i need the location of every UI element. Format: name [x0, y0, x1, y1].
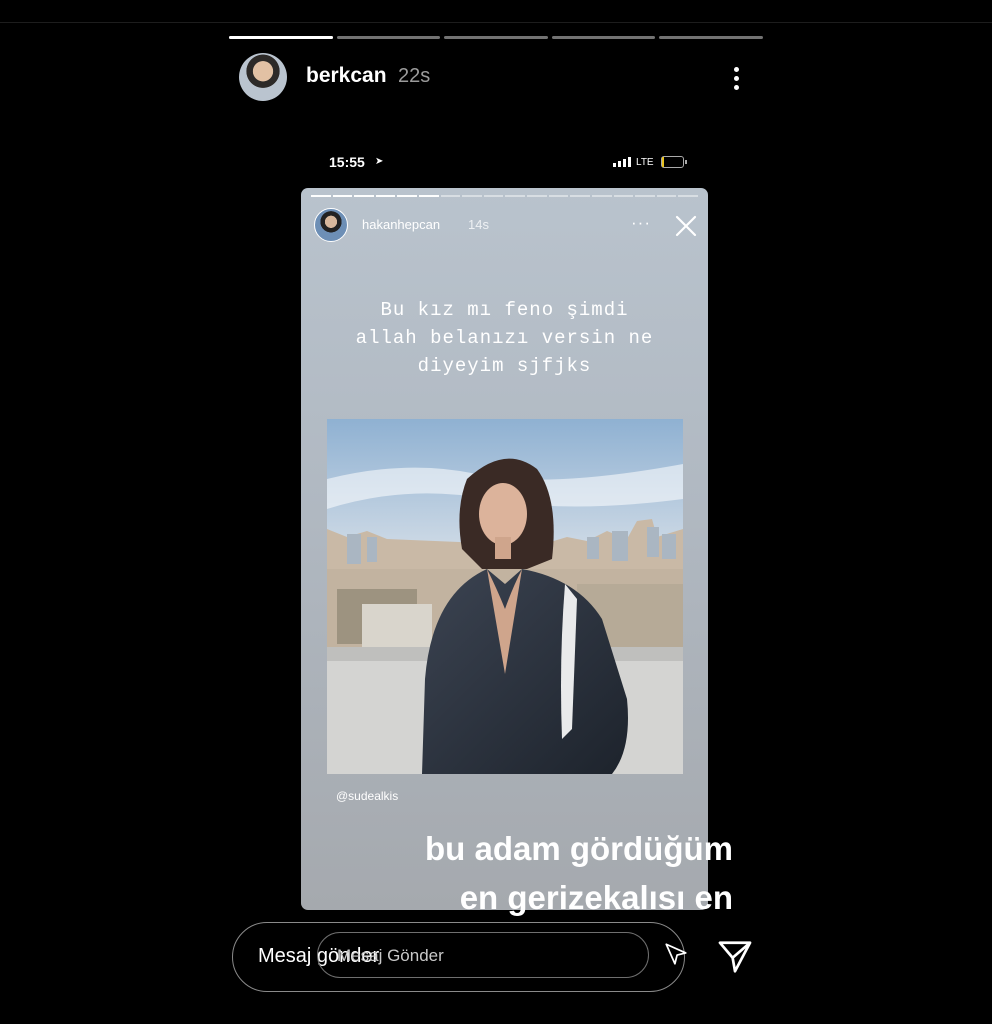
network-label: LTE — [636, 157, 654, 168]
progress-segment — [483, 195, 504, 197]
more-vertical-icon[interactable] — [724, 60, 748, 96]
location-arrow-icon: ➤ — [375, 156, 384, 167]
progress-segment — [548, 195, 569, 197]
send-icon — [665, 943, 687, 965]
signal-icon — [613, 156, 631, 167]
overlay-line: bu adam gördüğüm — [425, 830, 733, 867]
mention-tag: @sudealkis — [336, 789, 399, 803]
more-horizontal-icon: ··· — [631, 213, 651, 232]
shared-story-username: hakanhepcan — [362, 217, 441, 232]
send-icon[interactable] — [716, 938, 754, 976]
progress-segment — [354, 195, 374, 197]
story-timestamp: 22s — [398, 65, 431, 87]
user-avatar[interactable] — [239, 53, 287, 101]
progress-segment — [591, 195, 612, 197]
progress-segment — [551, 36, 656, 39]
story-username[interactable]: berkcan — [306, 64, 387, 88]
inner-message-placeholder: Mesaj Gönder — [337, 946, 444, 965]
story-progress-bar — [229, 36, 763, 39]
progress-segment — [229, 36, 333, 39]
progress-segment — [635, 195, 655, 197]
shared-story-card[interactable]: hakanhepcan 14s ··· Bu kız mı feno şimdi… — [301, 188, 708, 910]
top-divider — [0, 22, 992, 23]
progress-segment — [444, 36, 548, 39]
story-overlay-text: bu adam gördüğüm en gerizekalısı en — [425, 824, 733, 922]
progress-segment — [659, 36, 763, 39]
caption-line: allah belanızı versin ne — [355, 327, 654, 349]
battery-icon — [661, 156, 687, 168]
progress-segment — [311, 195, 331, 197]
overlay-line: en gerizekalısı en — [459, 879, 733, 916]
progress-segment — [336, 36, 441, 39]
shared-photo — [327, 419, 683, 774]
caption-line: Bu kız mı feno şimdi — [380, 299, 629, 321]
shared-story-timestamp: 14s — [468, 217, 489, 232]
phone-clock: 15:55 — [329, 154, 365, 170]
shared-story-caption: Bu kız mı feno şimdi allah belanızı vers… — [301, 296, 708, 380]
close-icon — [675, 215, 697, 237]
progress-segment — [678, 195, 698, 197]
progress-segment — [462, 195, 482, 197]
progress-segment — [332, 195, 353, 197]
progress-segment — [656, 195, 677, 197]
progress-segment — [613, 195, 634, 197]
progress-segment — [375, 195, 396, 197]
progress-segment — [527, 195, 547, 197]
progress-segment — [505, 195, 526, 197]
progress-segment — [397, 195, 418, 197]
shared-story-progress — [311, 195, 698, 197]
progress-segment — [419, 195, 439, 197]
shared-user-avatar — [314, 208, 348, 242]
progress-segment — [440, 195, 461, 197]
caption-line: diyeyim sjfjks — [417, 355, 592, 377]
progress-segment — [570, 195, 590, 197]
